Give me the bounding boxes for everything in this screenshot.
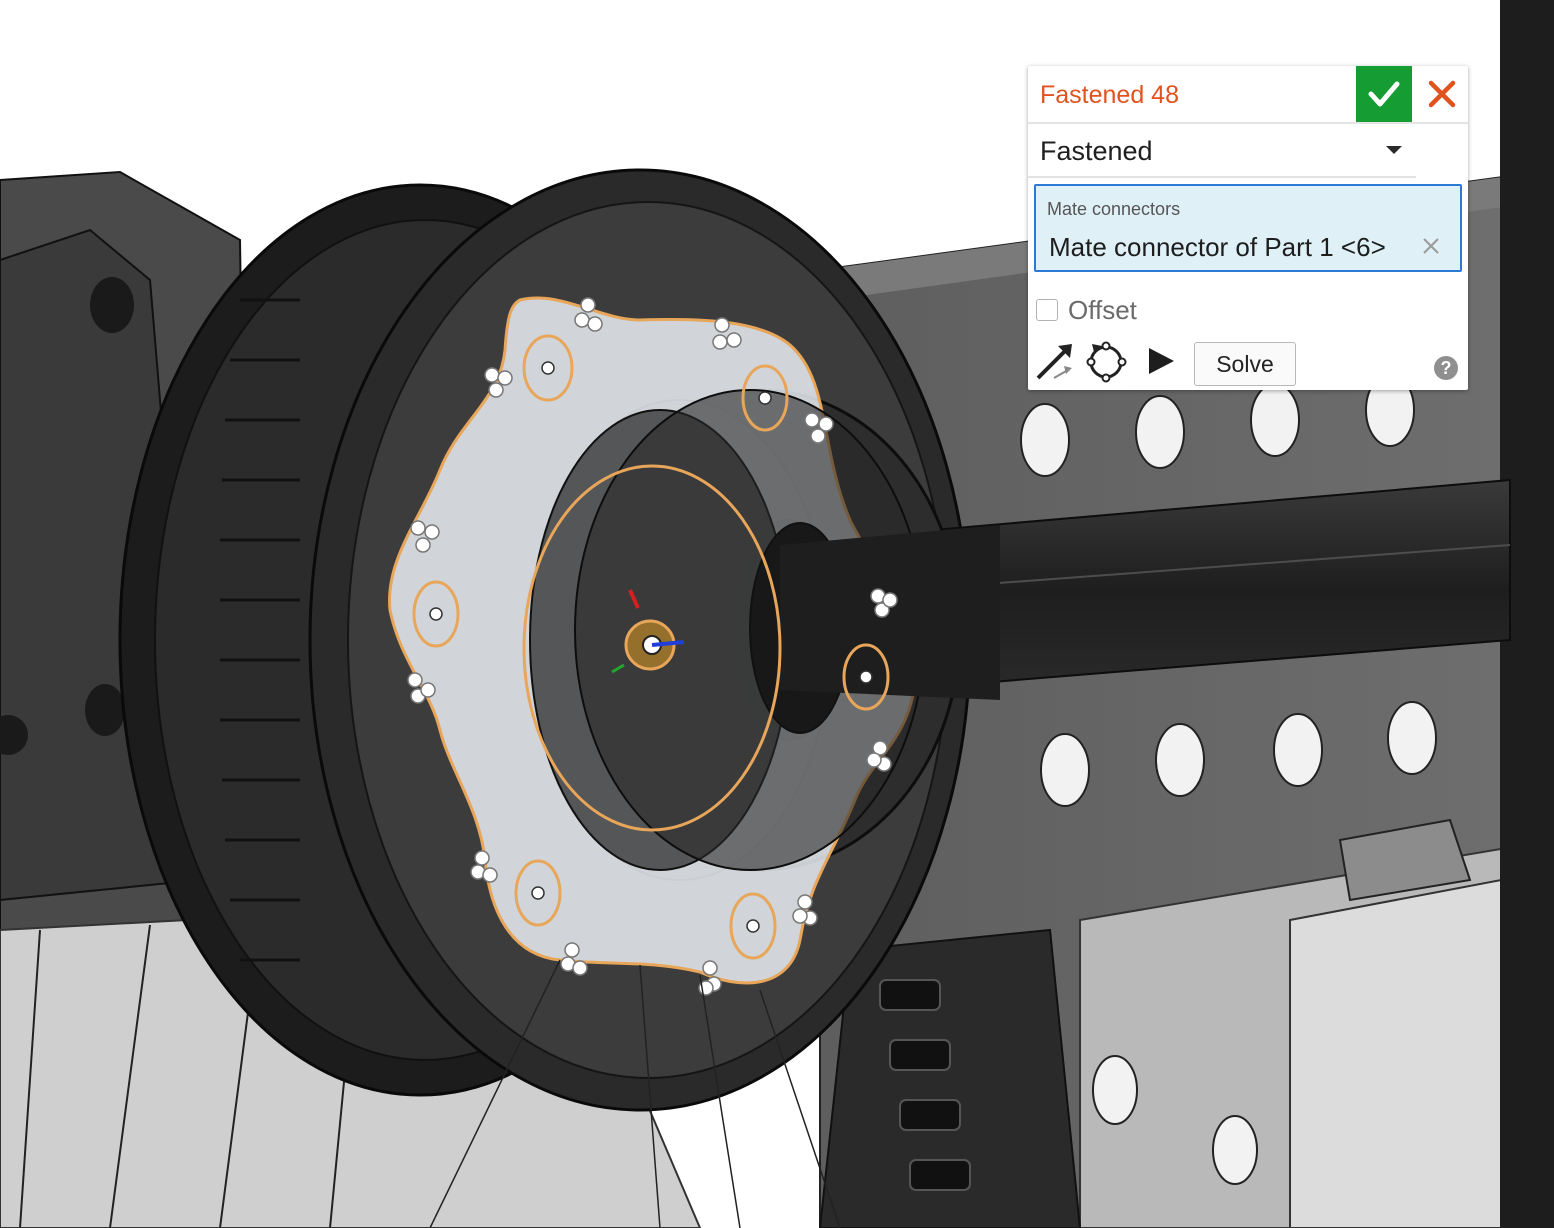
mate-type-value: Fastened	[1040, 136, 1153, 166]
accept-button[interactable]	[1356, 66, 1412, 122]
offset-label: Offset	[1068, 295, 1137, 325]
help-icon[interactable]: ?	[1434, 356, 1458, 380]
animate-play-icon[interactable]	[1146, 346, 1176, 376]
dialog-header: Fastened 48	[1028, 66, 1468, 124]
mate-connectors-label: Mate connectors	[1047, 199, 1181, 219]
reorient-secondary-axis-icon[interactable]	[1084, 340, 1128, 384]
mate-type-select[interactable]: Fastened	[1028, 124, 1416, 178]
solve-button[interactable]: Solve	[1194, 342, 1296, 386]
mate-tools-row: Solve	[1028, 338, 1468, 386]
mate-connectors-field[interactable]: Mate connectors Mate connector of Part 1…	[1034, 184, 1462, 272]
offset-checkbox[interactable]	[1036, 299, 1058, 321]
mate-connector-value[interactable]: Mate connector of Part 1 <6>	[1049, 232, 1386, 263]
checkmark-icon	[1368, 81, 1400, 107]
dialog-title: Fastened 48	[1040, 81, 1179, 109]
mate-dialog: Fastened 48 Fastened Mate connectors Mat…	[1028, 66, 1468, 390]
clear-icon[interactable]	[1420, 235, 1442, 257]
chevron-down-icon	[1386, 146, 1402, 154]
close-icon	[1428, 80, 1456, 108]
flip-primary-axis-icon[interactable]	[1034, 342, 1074, 382]
cancel-button[interactable]	[1422, 74, 1462, 114]
